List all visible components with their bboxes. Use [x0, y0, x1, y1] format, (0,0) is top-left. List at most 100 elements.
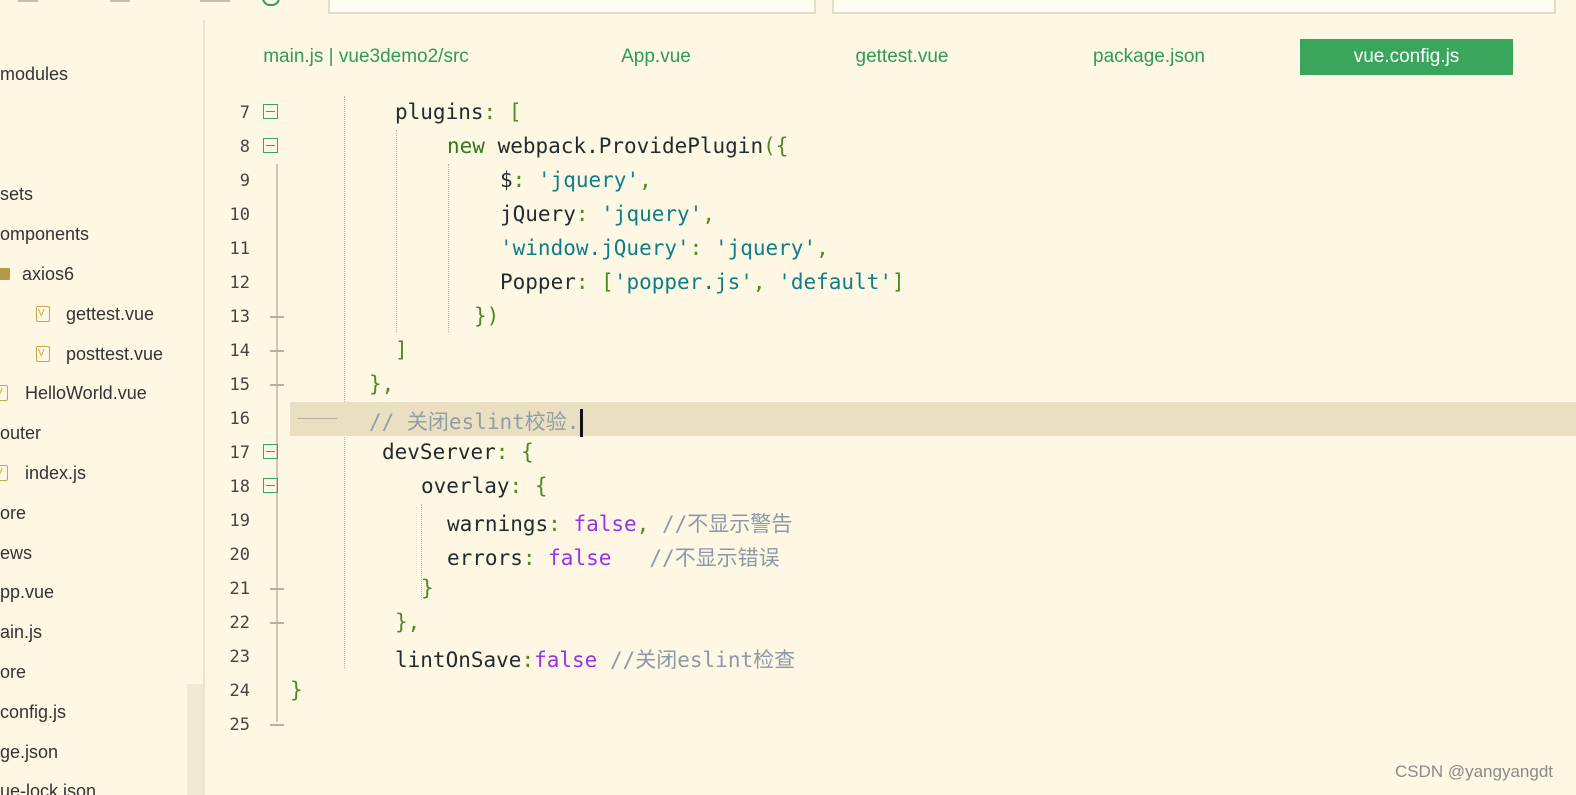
code-line: 25	[205, 708, 1576, 742]
vue-file-icon	[36, 303, 50, 325]
code-line: 10 jQuery: 'jquery',	[205, 198, 1576, 232]
toolbar-search-input[interactable]	[832, 0, 1556, 14]
code-line: 16 // 关闭eslint校验.	[205, 402, 1576, 437]
tree-item-helloworld-vue[interactable]: HelloWorld.vue	[0, 382, 147, 404]
tree-item-label: index.js	[25, 463, 87, 483]
line-number: 22	[229, 613, 250, 633]
code-line: 18 overlay: {	[205, 470, 1576, 504]
code-line: 19 warnings: false, //不显示警告	[205, 504, 1576, 538]
tree-item-node-modules[interactable]: modules	[0, 63, 68, 85]
line-number: 17	[229, 443, 250, 463]
tree-item-package-json[interactable]: ge.json	[0, 741, 58, 763]
tree-item-label: ore	[0, 503, 27, 523]
line-number: 13	[229, 307, 250, 327]
tree-item-vue-config-js[interactable]: config.js	[0, 701, 66, 723]
line-number: 8	[239, 137, 250, 157]
tree-item-main-js[interactable]: ain.js	[0, 621, 42, 643]
fold-collapse-icon[interactable]	[263, 104, 278, 119]
tree-item-app-vue[interactable]: pp.vue	[0, 581, 54, 603]
tree-item-index-js[interactable]: index.js	[0, 462, 86, 484]
code-line: 9 $: 'jquery',	[205, 164, 1576, 198]
line-number: 12	[229, 273, 250, 293]
top-toolbar-strip	[0, 0, 1576, 20]
line-number: 16	[229, 409, 250, 429]
tree-item-label: outer	[0, 423, 42, 443]
tree-item-label: pp.vue	[0, 582, 55, 602]
vue-file-icon	[36, 343, 50, 365]
line-number: 9	[239, 171, 250, 191]
tree-item-label: axios6	[22, 264, 75, 284]
fold-collapse-icon[interactable]	[263, 478, 278, 493]
toolbar-divider	[200, 0, 230, 2]
tree-item-package-lock-json[interactable]: ue-lock.json	[0, 780, 96, 795]
tree-item-label: ews	[0, 543, 33, 563]
code-text: 'window.jQuery': 'jquery',	[500, 236, 829, 260]
line-number: 23	[229, 647, 250, 667]
tree-item-label: config.js	[0, 702, 67, 722]
toolbar-divider	[18, 0, 38, 2]
tree-item-label: ain.js	[0, 622, 43, 642]
text-cursor	[580, 409, 584, 437]
code-text: warnings: false, //不显示警告	[447, 512, 793, 536]
code-text: }	[290, 678, 303, 702]
code-line: 24 }	[205, 674, 1576, 708]
tree-item-gitignore[interactable]: ore	[0, 661, 26, 683]
tree-item-label: sets	[0, 184, 34, 204]
code-text: plugins: [	[395, 100, 522, 124]
sidebar-scrollbar[interactable]	[187, 684, 203, 795]
tree-item-store[interactable]: ore	[0, 502, 26, 524]
tree-item-gettest-vue[interactable]: gettest.vue	[36, 303, 154, 325]
file-icon	[0, 462, 8, 484]
code-line: 11 'window.jQuery': 'jquery',	[205, 232, 1576, 266]
app-logo-icon	[262, 0, 280, 6]
tree-item-label: modules	[0, 64, 69, 84]
code-line: 15 },	[205, 368, 1576, 402]
folder-icon	[0, 268, 10, 280]
line-number: 15	[229, 375, 250, 395]
code-text: $: 'jquery',	[500, 168, 652, 192]
code-text: lintOnSave:false //关闭eslint检查	[395, 648, 796, 672]
fold-end-marker	[270, 350, 284, 352]
tab-main-js[interactable]: main.js | vue3demo2/src	[245, 39, 487, 75]
fold-end-marker	[270, 724, 284, 726]
line-number: 21	[229, 579, 250, 599]
tree-item-posttest-vue[interactable]: posttest.vue	[36, 343, 163, 365]
toolbar-input-left[interactable]	[328, 0, 816, 14]
tree-item-views[interactable]: ews	[0, 542, 32, 564]
code-comment: // 关闭eslint校验.	[369, 406, 584, 437]
tree-item-label: posttest.vue	[66, 344, 164, 364]
line-number: 24	[229, 681, 250, 701]
tab-gettest-vue[interactable]: gettest.vue	[841, 39, 963, 75]
code-text: jQuery: 'jquery',	[500, 202, 715, 226]
tree-item-label: ore	[0, 662, 27, 682]
code-line: 14 ]	[205, 334, 1576, 368]
line-number: 11	[229, 239, 250, 259]
code-text: },	[395, 610, 421, 634]
line-number: 25	[229, 715, 250, 735]
project-explorer-sidebar: modules sets omponents axios6 gettest.vu…	[0, 20, 205, 795]
code-text: overlay: {	[421, 474, 548, 498]
code-line: 13 })	[205, 300, 1576, 334]
code-text: new webpack.ProvidePlugin({	[447, 134, 789, 158]
fold-collapse-icon[interactable]	[263, 138, 278, 153]
fold-collapse-icon[interactable]	[263, 444, 278, 459]
code-line: 8 new webpack.ProvidePlugin({	[205, 130, 1576, 164]
tree-item-components[interactable]: omponents	[0, 223, 89, 245]
line-number: 14	[229, 341, 250, 361]
code-text: devServer: {	[382, 440, 534, 464]
tree-item-label: HelloWorld.vue	[25, 383, 147, 403]
tab-app-vue[interactable]: App.vue	[600, 39, 712, 75]
tree-item-label: omponents	[0, 224, 90, 244]
whitespace-marker	[297, 418, 337, 419]
tree-item-router[interactable]: outer	[0, 422, 41, 444]
line-number: 18	[229, 477, 250, 497]
tree-item-assets[interactable]: sets	[0, 183, 33, 205]
tree-item-label: gettest.vue	[66, 304, 155, 324]
code-line: 20 errors: false //不显示错误	[205, 538, 1576, 572]
code-line: 22 },	[205, 606, 1576, 640]
tab-package-json[interactable]: package.json	[1081, 39, 1217, 75]
code-text: },	[369, 372, 395, 396]
tab-vue-config-js[interactable]: vue.config.js	[1300, 39, 1513, 75]
tree-item-axios6[interactable]: axios6	[0, 263, 74, 285]
code-text: })	[474, 304, 500, 328]
